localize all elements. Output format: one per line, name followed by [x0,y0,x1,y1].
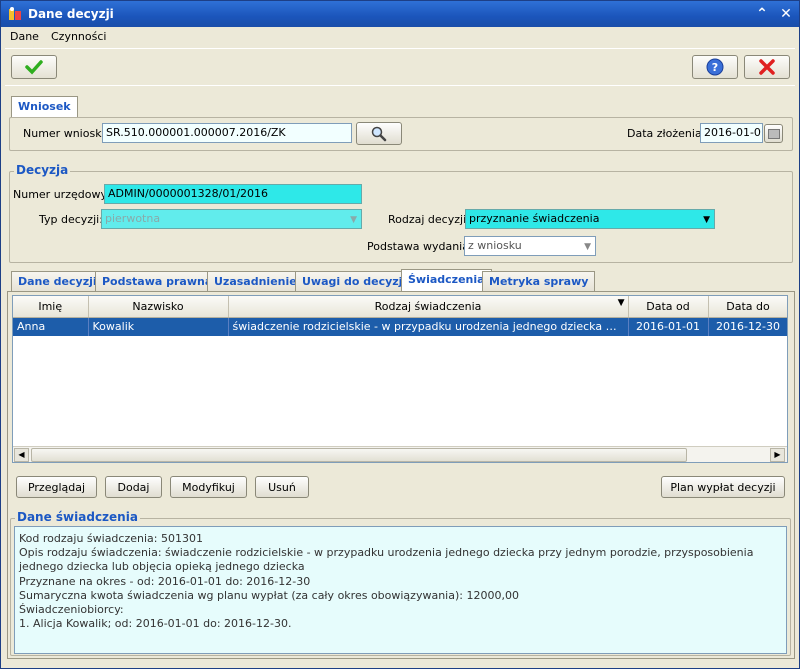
chevron-down-icon: ▼ [350,215,357,225]
column-header-imie[interactable]: Imię [13,296,89,318]
numer-wniosku-field[interactable]: SR.510.000001.000007.2016/ZK [102,123,352,143]
column-header-data-od[interactable]: Data od [628,296,709,318]
calendar-button[interactable] [764,124,783,143]
plan-wyplat-button[interactable]: Plan wypłat decyzji [661,476,785,498]
numer-urzedowy-field[interactable]: ADMIN/0000001328/01/2016 [104,184,362,204]
tab-dane-decyzji[interactable]: Dane decyzji [11,271,104,291]
menu-bar: Dane Czynności [1,27,799,47]
checkmark-icon [25,60,43,75]
tab-metryka-sprawy[interactable]: Metryka sprawy [482,271,596,291]
search-wniosek-button[interactable] [356,122,402,145]
menu-czynnosci[interactable]: Czynności [51,30,106,43]
okres-line: Przyznane na okres - od: 2016-01-01 do: … [19,574,311,588]
main-window: Dane decyzji ⌃ ✕ Dane Czynności ? Wniose… [0,0,800,669]
scroll-right-icon[interactable]: ▶ [770,448,785,462]
rodzaj-decyzji-select[interactable]: przyznanie świadczenia ▼ [465,209,715,229]
help-button[interactable]: ? [692,55,738,79]
red-x-icon [759,59,775,75]
przegladaj-button[interactable]: Przeglądaj [16,476,97,498]
chevron-down-icon: ▼ [584,242,591,252]
scrollbar-thumb[interactable] [31,448,687,462]
search-icon [371,126,387,141]
window-title: Dane decyzji [28,7,114,21]
accept-button[interactable] [11,55,57,79]
swiadczeniobiorca-item: 1. Alicja Kowalik; od: 2016-01-01 do: 20… [19,617,292,631]
cell-nazwisko: Kowalik [88,317,229,336]
dane-swiadczenia-title: Dane świadczenia [15,510,140,524]
minimize-icon[interactable]: ⌃ [753,5,771,23]
numer-urzedowy-label: Numer urzędowy: [13,188,110,201]
swiadczeniobiorcy-line: Świadczeniobiorcy: [19,603,124,617]
calendar-icon [767,128,780,139]
sort-desc-icon: ▼ [617,298,625,308]
podstawa-wydania-label: Podstawa wydania: [367,240,473,253]
typ-decyzji-select[interactable]: pierwotna ▼ [101,209,362,229]
column-header-rodzaj[interactable]: Rodzaj świadczenia ▼ [228,296,629,318]
rodzaj-decyzji-value: przyznanie świadczenia [469,212,600,225]
data-zlozenia-field[interactable]: 2016-01-01 [700,123,763,143]
kod-rodzaju-line: Kod rodzaju świadczenia: 501301 [19,532,203,545]
tab-swiadczenia[interactable]: Świadczenia [401,269,492,292]
typ-decyzji-label: Typ decyzji: [39,213,103,226]
close-window-icon[interactable]: ✕ [777,5,795,23]
column-header-data-do[interactable]: Data do [708,296,787,318]
cell-data-do: 2016-12-30 [708,317,787,336]
tab-podstawa-prawna[interactable]: Podstawa prawna [95,271,220,291]
swiadczenia-table: Imię Nazwisko Rodzaj świadczenia ▼ Data … [13,296,787,336]
tab-uwagi-do-decyzji[interactable]: Uwagi do decyzji [295,271,414,291]
app-icon [9,7,21,20]
numer-wniosku-label: Numer wniosku: [23,127,112,140]
scroll-left-icon[interactable]: ◀ [14,448,29,462]
toolbar-divider [5,85,795,86]
data-zlozenia-label: Data złożenia: [627,127,706,140]
column-header-rodzaj-label: Rodzaj świadczenia [374,299,482,313]
cell-data-od: 2016-01-01 [628,317,709,336]
toolbar: ? [1,49,799,83]
cell-rodzaj: świadczenie rodzicielskie - w przypadku … [228,317,629,336]
rodzaj-decyzji-label: Rodzaj decyzji: [388,213,470,226]
horizontal-scrollbar[interactable]: ◀ ▶ [13,446,787,462]
tab-wniosek[interactable]: Wniosek [11,96,78,118]
cancel-button[interactable] [744,55,790,79]
podstawa-wydania-value: z wniosku [468,239,522,252]
usun-button[interactable]: Usuń [255,476,309,498]
podstawa-wydania-select[interactable]: z wniosku ▼ [464,236,596,256]
modyfikuj-button[interactable]: Modyfikuj [170,476,247,498]
chevron-down-icon: ▼ [703,215,710,225]
help-icon: ? [706,58,724,76]
cell-imie: Anna [13,317,89,336]
kwota-line: Sumaryczna kwota świadczenia wg planu wy… [19,588,519,602]
opis-rodzaju-line: Opis rodzaju świadczenia: świadczenie ro… [19,546,754,574]
title-bar: Dane decyzji ⌃ ✕ [1,1,799,27]
dane-swiadczenia-text[interactable]: Kod rodzaju świadczenia: 501301 Opis rod… [14,526,787,654]
decyzja-title: Decyzja [14,163,71,177]
table-row[interactable]: Anna Kowalik świadczenie rodzicielskie -… [13,317,787,336]
menu-dane[interactable]: Dane [10,30,39,43]
tab-uzasadnienie[interactable]: Uzasadnienie [207,271,304,291]
dodaj-button[interactable]: Dodaj [105,476,162,498]
column-header-nazwisko[interactable]: Nazwisko [88,296,229,318]
svg-text:?: ? [712,61,718,74]
swiadczenia-grid[interactable]: Imię Nazwisko Rodzaj świadczenia ▼ Data … [12,295,788,463]
typ-decyzji-value: pierwotna [105,212,161,225]
